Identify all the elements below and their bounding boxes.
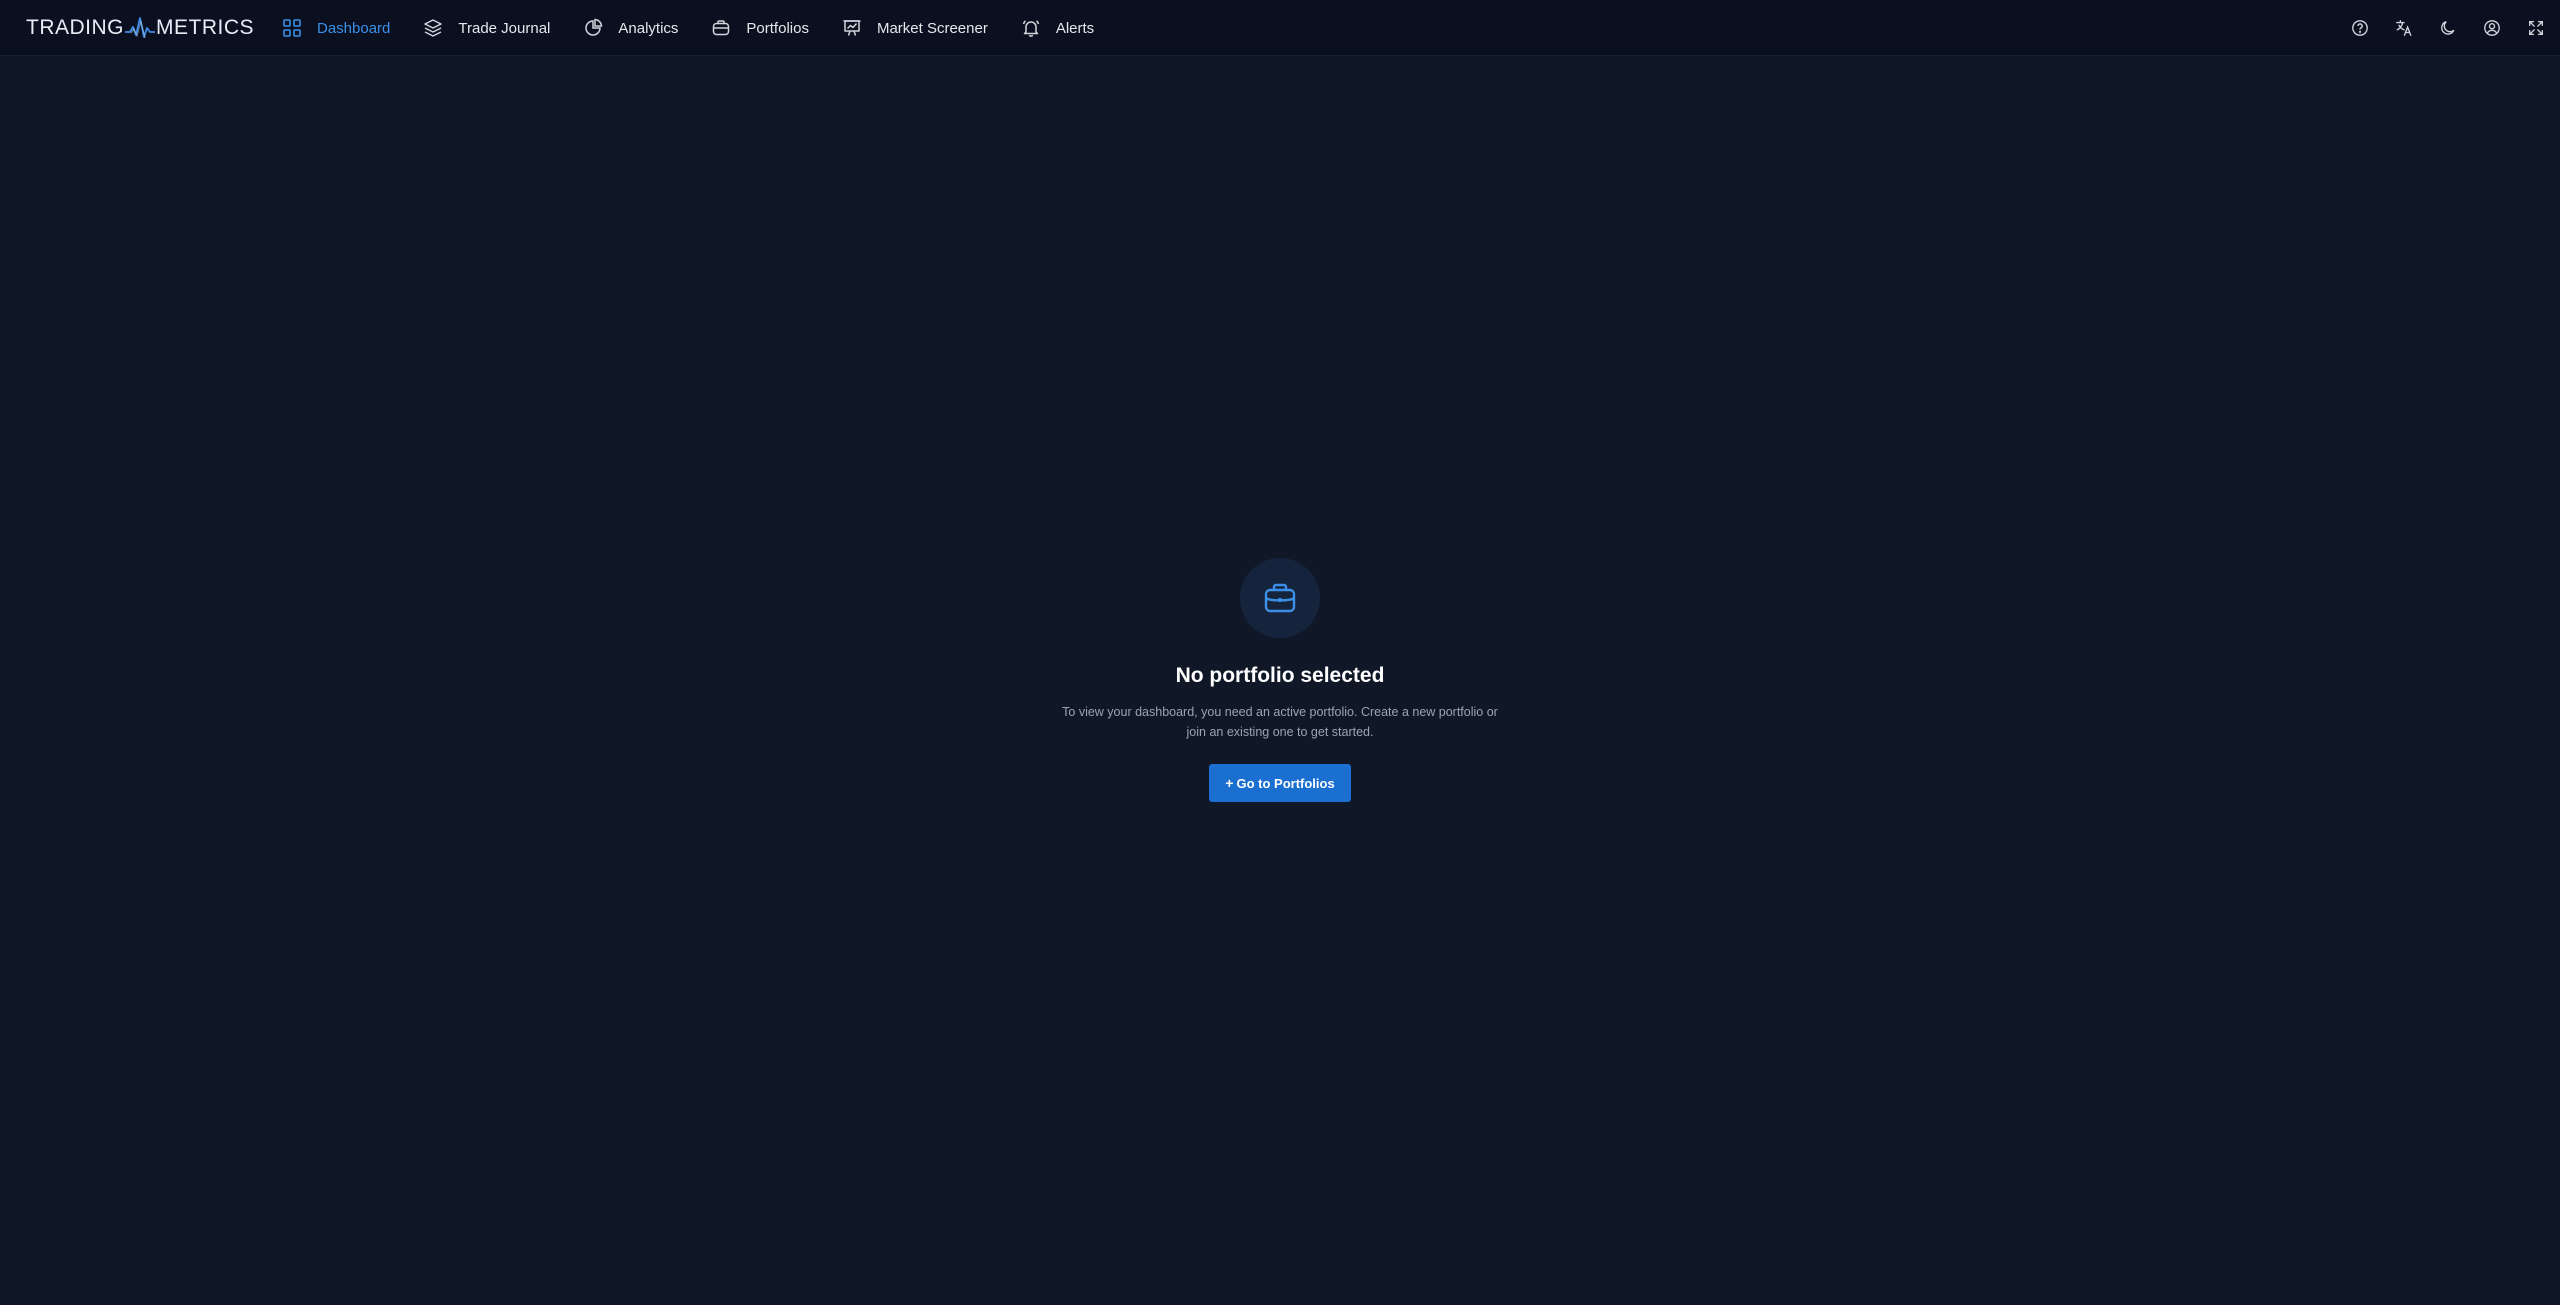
nav-item-analytics[interactable]: Analytics [583, 0, 678, 56]
briefcase-icon [1264, 583, 1296, 613]
trading-metrics-logo[interactable]: TRADING METRICS [26, 16, 254, 40]
go-to-portfolios-button[interactable]: + Go to Portfolios [1209, 764, 1351, 802]
bell-icon [1021, 18, 1041, 38]
nav-label-trade-journal: Trade Journal [458, 19, 551, 37]
nav-item-trade-journal[interactable]: Trade Journal [423, 0, 550, 56]
nav-label-alerts: Alerts [1055, 19, 1095, 37]
nav-item-market-screener[interactable]: Market Screener [842, 0, 988, 56]
help-icon[interactable] [2350, 18, 2370, 38]
main-nav: Dashboard Trade Journal Analytics Portfo… [282, 0, 1127, 56]
no-portfolio-empty-state: No portfolio selected To view your dashb… [0, 558, 2560, 802]
nav-label-market-screener: Market Screener [876, 19, 988, 37]
header-actions [2326, 0, 2546, 56]
logo-pulse-icon [125, 17, 155, 39]
nav-item-dashboard[interactable]: Dashboard [282, 0, 390, 56]
nav-label-analytics: Analytics [618, 19, 679, 37]
briefcase-icon [711, 18, 731, 38]
moon-icon[interactable] [2438, 18, 2458, 38]
logo-text-trading: TRADING [26, 16, 124, 39]
empty-state-description: To view your dashboard, you need an acti… [1062, 705, 1498, 739]
go-to-portfolios-label: Go to Portfolios [1236, 775, 1335, 791]
presentation-chart-icon [842, 18, 862, 38]
nav-item-portfolios[interactable]: Portfolios [711, 0, 809, 56]
fullscreen-icon[interactable] [2526, 18, 2546, 38]
plus-icon: + [1225, 775, 1234, 791]
nav-label-dashboard: Dashboard [317, 19, 391, 37]
user-icon[interactable] [2482, 18, 2502, 38]
nav-label-portfolios: Portfolios [746, 19, 809, 37]
pie-chart-icon [583, 18, 603, 38]
nav-item-alerts[interactable]: Alerts [1021, 0, 1094, 56]
top-navigation-bar: TRADING METRICS Dashboard Trade Journal … [0, 0, 2560, 56]
empty-state-title: No portfolio selected [1175, 664, 1385, 687]
layers-icon [423, 18, 443, 38]
grid-icon [282, 18, 302, 38]
translate-icon[interactable] [2394, 18, 2414, 38]
empty-state-icon-circle [1240, 558, 1320, 638]
logo-text-metrics: METRICS [156, 16, 254, 39]
